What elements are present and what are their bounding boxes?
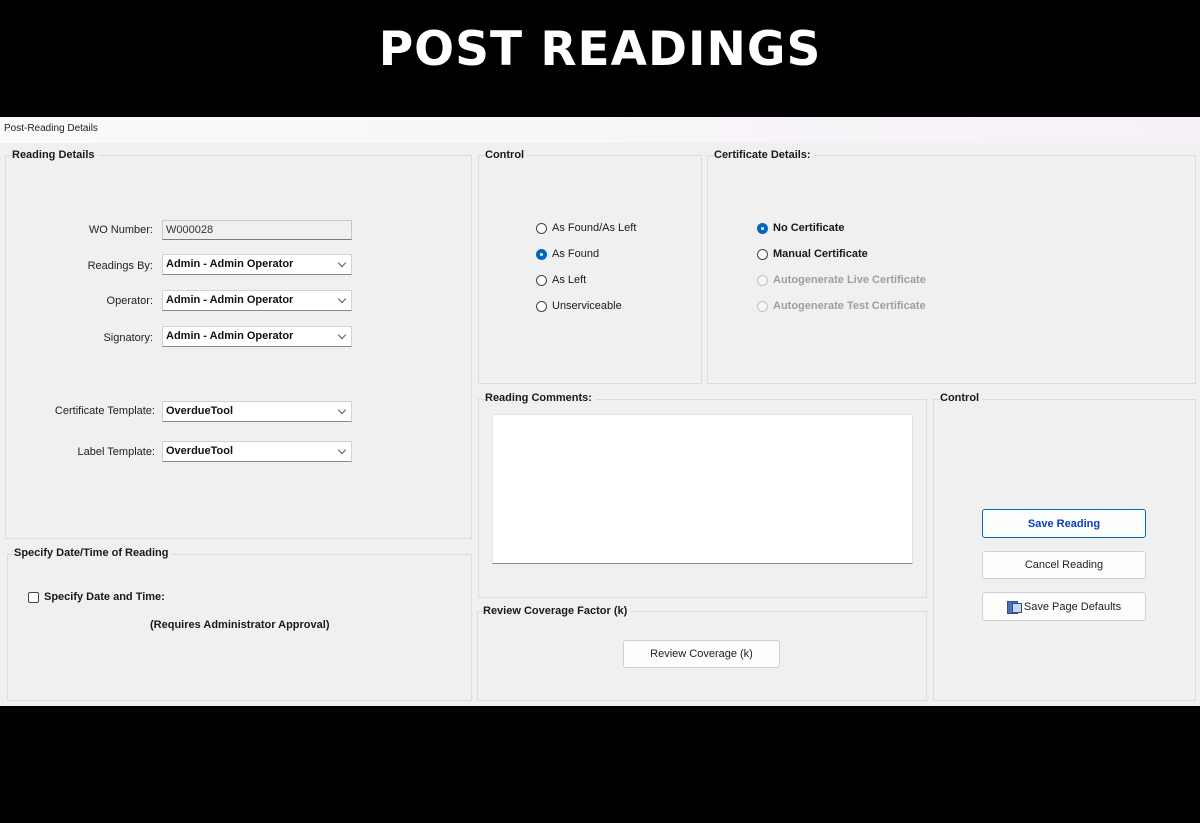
wo-number-label: WO Number: — [88, 224, 153, 236]
radio-dot — [757, 300, 768, 312]
window-title-bar: Post-Reading Details — [0, 117, 1200, 143]
specify-datetime-checkbox[interactable]: Specify Date and Time: — [28, 591, 165, 603]
signatory-value: Admin - Admin Operator — [166, 330, 294, 342]
review-coverage-button[interactable]: Review Coverage (k) — [623, 640, 780, 668]
radio-label: Unserviceable — [552, 300, 622, 312]
radio-as-found[interactable]: As Found — [536, 248, 599, 260]
reading-comments-textarea[interactable] — [492, 414, 913, 564]
operator-value: Admin - Admin Operator — [166, 294, 294, 306]
radio-label: Autogenerate Live Certificate — [773, 274, 926, 286]
specify-datetime-label: Specify Date and Time: — [44, 591, 165, 603]
radio-dot[interactable] — [536, 248, 547, 260]
review-coverage-title: Review Coverage Factor (k) — [483, 605, 631, 617]
certificate-template-label: Certificate Template: — [54, 405, 155, 417]
radio-unserviceable[interactable]: Unserviceable — [536, 300, 622, 312]
radio-label: As Found/As Left — [552, 222, 637, 234]
radio-no-certificate[interactable]: No Certificate — [757, 222, 845, 234]
save-defaults-icon — [1006, 601, 1022, 614]
radio-label: Manual Certificate — [773, 248, 868, 260]
save-page-defaults-button[interactable]: Save Page Defaults — [982, 592, 1146, 621]
wo-number-field[interactable]: W000028 — [162, 220, 352, 240]
chevron-down-icon — [337, 445, 347, 455]
certificate-details-title: Certificate Details: — [714, 149, 814, 161]
checkbox-box[interactable] — [28, 591, 39, 603]
reading-details-title: Reading Details — [12, 149, 98, 161]
readings-by-value: Admin - Admin Operator — [166, 258, 294, 270]
label-template-value: OverdueTool — [166, 445, 234, 457]
signatory-label: Signatory: — [103, 332, 153, 344]
certificate-details-group — [707, 155, 1196, 384]
certificate-template-value: OverdueTool — [166, 405, 234, 417]
radio-label: As Found — [552, 248, 600, 260]
radio-autogenerate-live: Autogenerate Live Certificate — [757, 274, 926, 286]
radio-dot — [757, 274, 768, 286]
actions-group — [933, 399, 1196, 701]
radio-dot[interactable] — [757, 248, 768, 260]
control-options-title: Control — [485, 149, 528, 161]
radio-label: Autogenerate Test Certificate — [773, 300, 926, 312]
radio-as-found-as-left[interactable]: As Found/As Left — [536, 222, 636, 234]
banner-title: POST READINGS — [378, 22, 822, 77]
chevron-down-icon — [337, 330, 347, 340]
operator-label: Operator: — [106, 295, 153, 307]
reading-comments-title: Reading Comments: — [485, 392, 595, 404]
post-reading-window: Post-Reading Details Reading Details WO … — [0, 117, 1200, 706]
chevron-down-icon — [337, 405, 347, 415]
reading-details-group — [5, 155, 472, 539]
radio-label: No Certificate — [773, 222, 845, 234]
admin-approval-note: (Requires Administrator Approval) — [150, 619, 330, 631]
actions-title: Control — [940, 392, 983, 404]
save-page-defaults-label: Save Page Defaults — [1023, 600, 1122, 613]
label-template-label: Label Template: — [77, 446, 155, 458]
chevron-down-icon — [337, 294, 347, 304]
control-options-group — [478, 155, 702, 384]
label-template-dropdown[interactable]: OverdueTool — [162, 441, 352, 462]
radio-autogenerate-test: Autogenerate Test Certificate — [757, 300, 926, 312]
radio-dot[interactable] — [757, 222, 768, 234]
radio-as-left[interactable]: As Left — [536, 274, 586, 286]
chevron-down-icon — [337, 258, 347, 268]
radio-dot[interactable] — [536, 274, 547, 286]
cancel-reading-button[interactable]: Cancel Reading — [982, 551, 1146, 579]
radio-manual-certificate[interactable]: Manual Certificate — [757, 248, 868, 260]
window-title: Post-Reading Details — [4, 123, 98, 134]
readings-by-label: Readings By: — [87, 260, 153, 272]
readings-by-dropdown[interactable]: Admin - Admin Operator — [162, 254, 352, 275]
datetime-title: Specify Date/Time of Reading — [14, 547, 172, 559]
banner: POST READINGS — [0, 0, 1200, 117]
radio-label: As Left — [552, 274, 587, 286]
radio-dot[interactable] — [536, 300, 547, 312]
save-reading-button[interactable]: Save Reading — [982, 509, 1146, 538]
signatory-dropdown[interactable]: Admin - Admin Operator — [162, 326, 352, 347]
certificate-template-dropdown[interactable]: OverdueTool — [162, 401, 352, 422]
operator-dropdown[interactable]: Admin - Admin Operator — [162, 290, 352, 311]
radio-dot[interactable] — [536, 222, 547, 234]
